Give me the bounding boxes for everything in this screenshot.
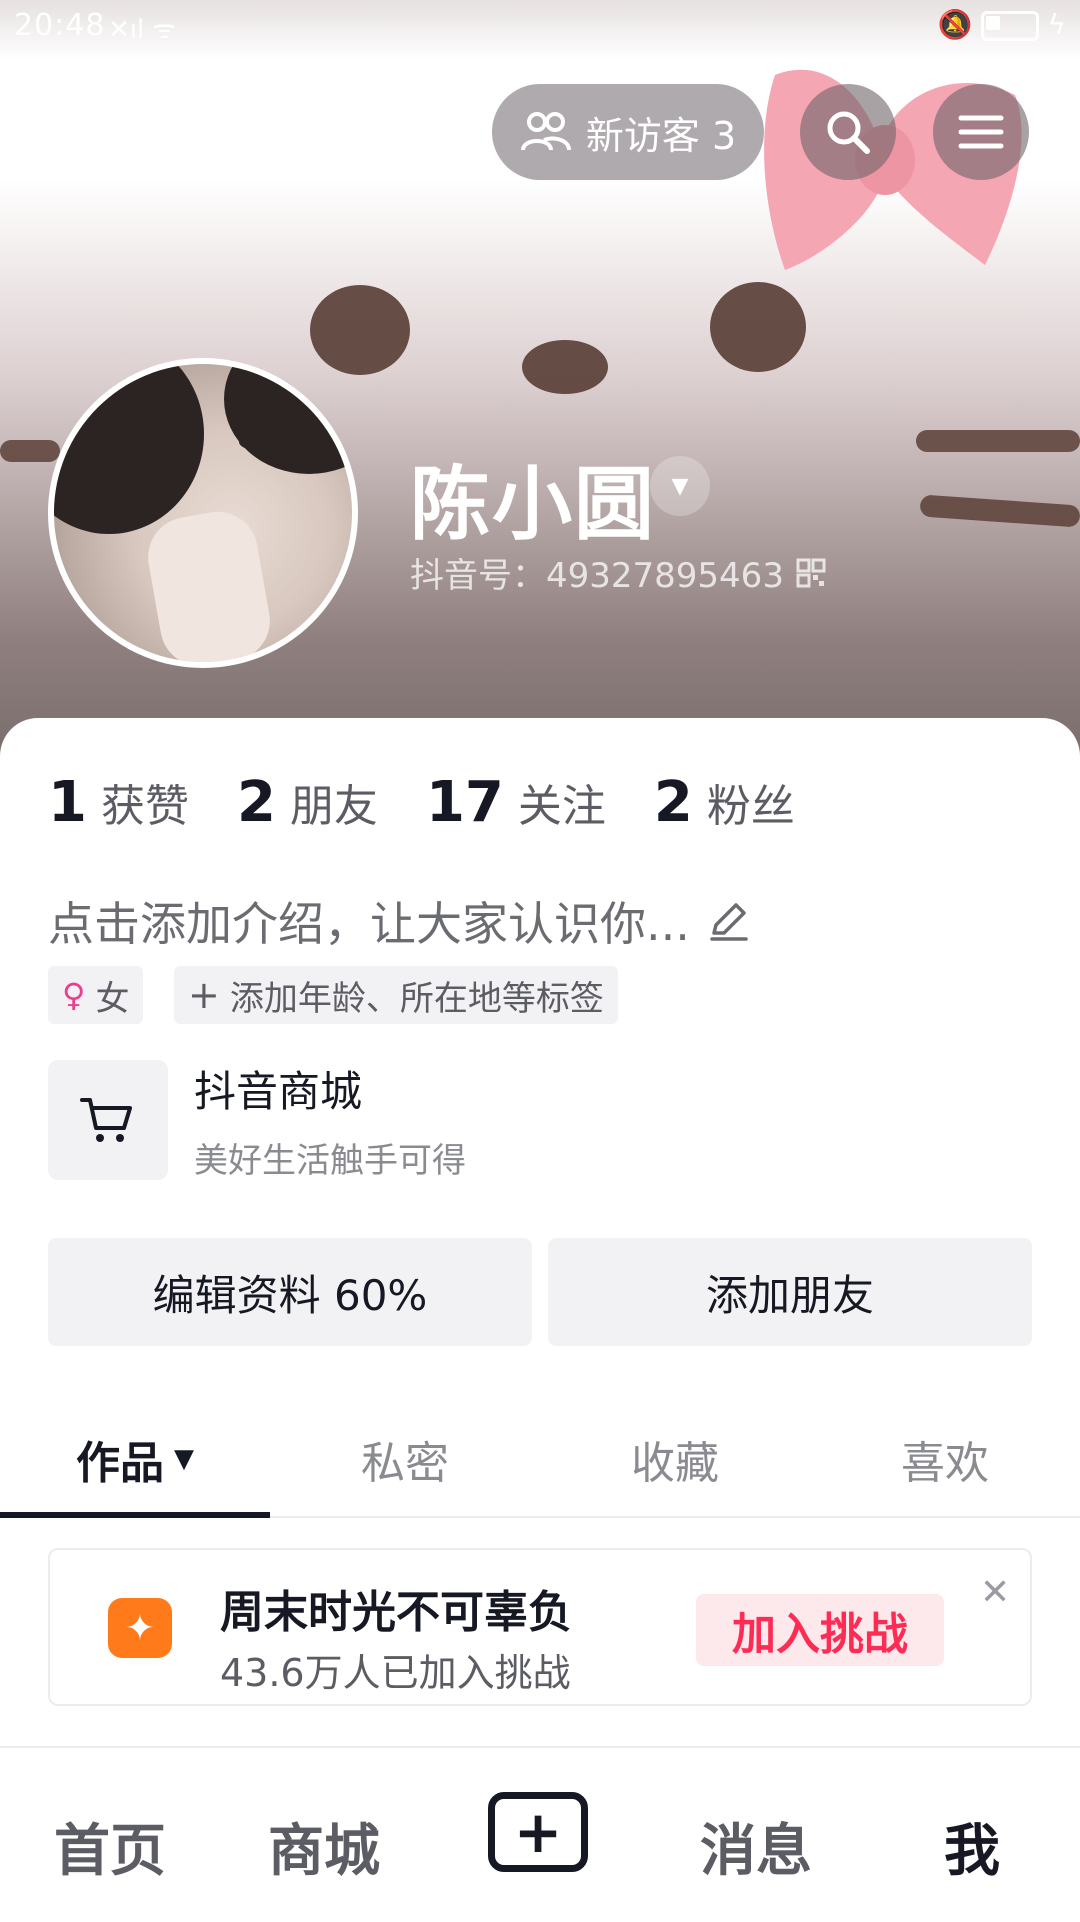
douyin-mall-entry[interactable]: 抖音商城 美好生活触手可得 xyxy=(48,1058,466,1182)
tab-likes[interactable]: 喜欢 xyxy=(810,1406,1080,1512)
stat-number: 17 xyxy=(425,770,504,835)
people-icon xyxy=(520,112,571,151)
profile-card: 1 获赞 2 朋友 17 关注 2 粉丝 点击添加介绍，让大家认识你... ♀ … xyxy=(0,718,1080,1920)
stat-number: 1 xyxy=(48,770,87,835)
stat-followers[interactable]: 2 粉丝 xyxy=(654,770,795,835)
bio-add-intro[interactable]: 点击添加介绍，让大家认识你... xyxy=(48,888,750,954)
douyin-id-text: 抖音号：49327895463 xyxy=(410,556,784,596)
tab-private[interactable]: 私密 xyxy=(270,1406,540,1512)
cat-nose xyxy=(522,340,608,394)
tab-label: 私密 xyxy=(361,1438,449,1489)
bottom-nav: 首页 商城 + 消息 我 xyxy=(0,1746,1080,1922)
avatar-photo xyxy=(54,364,352,662)
status-time: 20:48 xyxy=(14,8,106,43)
username: 陈小圆 xyxy=(410,458,656,551)
challenge-subtitle: 43.6万人已加入挑战 xyxy=(220,1651,571,1695)
new-visitors-label: 新访客 3 xyxy=(585,113,737,158)
content-tabs: 作品 ▼ 私密 收藏 喜欢 xyxy=(0,1406,1080,1518)
close-icon[interactable]: ✕ xyxy=(980,1572,1010,1613)
signal-icon: ✕ıl ᯤ xyxy=(108,15,177,45)
account-switch-button[interactable]: ▼ xyxy=(650,456,710,516)
challenge-banner[interactable]: ✦ 周末时光不可辜负 43.6万人已加入挑战 加入挑战 ✕ xyxy=(48,1548,1032,1706)
add-friend-button[interactable]: 添加朋友 xyxy=(548,1238,1032,1346)
menu-button[interactable] xyxy=(933,84,1029,180)
mall-title: 抖音商城 xyxy=(194,1067,363,1116)
nav-mall[interactable]: 商城 xyxy=(268,1806,380,1887)
stat-label: 粉丝 xyxy=(706,781,795,832)
battery-icon: 🔕 ϟ xyxy=(937,8,1066,41)
whisker xyxy=(0,440,60,462)
tab-label: 喜欢 xyxy=(901,1438,989,1489)
challenge-title: 周末时光不可辜负 xyxy=(220,1587,572,1638)
stat-label: 获赞 xyxy=(100,781,189,832)
stat-number: 2 xyxy=(236,770,276,835)
status-bar: 20:48 ✕ıl ᯤ 🔕 ϟ xyxy=(0,0,1080,52)
stat-following[interactable]: 17 关注 xyxy=(426,770,606,835)
shopping-cart-icon xyxy=(48,1060,168,1180)
whisker xyxy=(919,494,1080,528)
stats-row: 1 获赞 2 朋友 17 关注 2 粉丝 xyxy=(48,770,795,835)
edit-profile-button[interactable]: 编辑资料 60% xyxy=(48,1238,532,1346)
nav-me[interactable]: 我 xyxy=(944,1806,1000,1887)
gender-tag[interactable]: ♀ 女 xyxy=(48,966,144,1024)
search-button[interactable] xyxy=(800,84,896,180)
nav-messages[interactable]: 消息 xyxy=(700,1806,812,1887)
stat-number: 2 xyxy=(653,770,693,835)
gender-label: 女 xyxy=(95,978,130,1019)
tab-label: 作品 xyxy=(76,1438,164,1489)
caret-down-icon: ▼ xyxy=(671,473,689,499)
stat-label: 朋友 xyxy=(289,781,378,832)
plus-icon: + xyxy=(188,973,220,1017)
nav-home[interactable]: 首页 xyxy=(54,1806,166,1887)
qr-code-icon xyxy=(796,558,826,587)
avatar[interactable] xyxy=(48,358,358,668)
stat-likes[interactable]: 1 获赞 xyxy=(48,770,189,835)
challenge-icon: ✦ xyxy=(108,1598,172,1658)
create-post-button[interactable]: + xyxy=(488,1792,588,1872)
active-tab-indicator xyxy=(0,1512,270,1518)
join-challenge-button[interactable]: 加入挑战 xyxy=(696,1594,944,1666)
caret-down-icon: ▼ xyxy=(174,1444,194,1474)
tab-works[interactable]: 作品 ▼ xyxy=(0,1406,270,1512)
cat-eye-left xyxy=(310,285,410,375)
plus-icon: + xyxy=(513,1798,563,1866)
pencil-icon xyxy=(710,903,748,941)
new-visitors-button[interactable]: 新访客 3 xyxy=(492,84,764,180)
cat-eye-right xyxy=(710,282,806,372)
stat-friends[interactable]: 2 朋友 xyxy=(237,770,378,835)
female-icon: ♀ xyxy=(62,976,86,1014)
douyin-id[interactable]: 抖音号：49327895463 xyxy=(410,548,826,597)
tab-favorites[interactable]: 收藏 xyxy=(540,1406,810,1512)
stat-label: 关注 xyxy=(517,781,606,832)
bio-placeholder: 点击添加介绍，让大家认识你... xyxy=(48,897,690,951)
hamburger-menu-icon xyxy=(958,115,1004,149)
search-icon xyxy=(827,111,870,154)
mall-subtitle: 美好生活触手可得 xyxy=(194,1141,466,1181)
add-tags-button[interactable]: + 添加年龄、所在地等标签 xyxy=(174,966,618,1024)
add-tags-label: 添加年龄、所在地等标签 xyxy=(229,978,604,1019)
tab-label: 收藏 xyxy=(631,1438,719,1489)
whisker xyxy=(916,430,1080,452)
